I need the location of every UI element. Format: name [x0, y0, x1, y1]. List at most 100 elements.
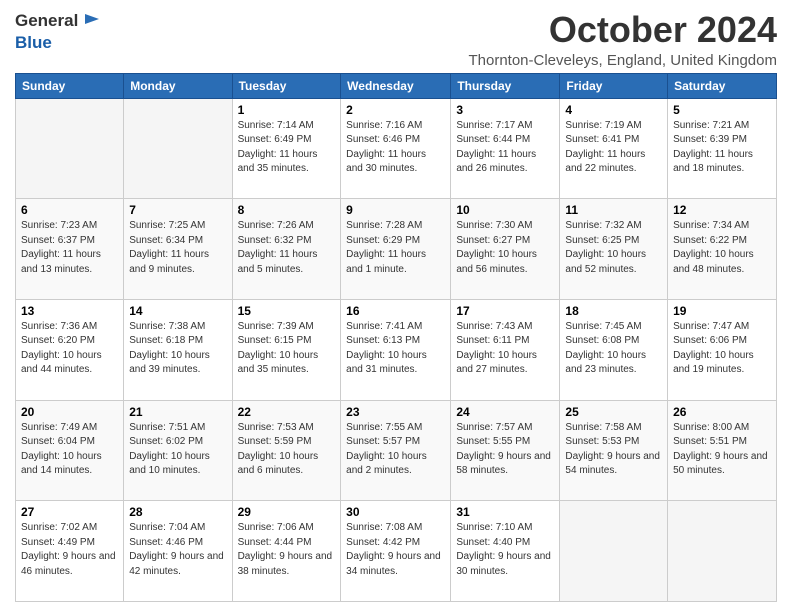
day-info: Sunrise: 7:26 AM Sunset: 6:32 PM Dayligh…: [238, 219, 336, 277]
calendar-cell: 29 Sunrise: 7:06 AM Sunset: 4:44 PM Dayli…: [232, 501, 341, 602]
calendar-cell: 27 Sunrise: 7:02 AM Sunset: 4:49 PM Dayli…: [16, 501, 124, 602]
calendar-cell: 19 Sunrise: 7:47 AM Sunset: 6:06 PM Dayli…: [668, 299, 777, 400]
col-friday: Friday: [560, 73, 668, 98]
day-info: Sunrise: 7:36 AM Sunset: 6:20 PM Dayligh…: [21, 320, 118, 378]
calendar-week-row: 13 Sunrise: 7:36 AM Sunset: 6:20 PM Dayli…: [16, 299, 777, 400]
calendar-cell: 15 Sunrise: 7:39 AM Sunset: 6:15 PM Dayli…: [232, 299, 341, 400]
day-number: 27: [21, 505, 118, 519]
calendar-table: Sunday Monday Tuesday Wednesday Thursday…: [15, 73, 777, 602]
calendar-cell: 17Sunrise: 7:43 AM Sunset: 6:11 PM Dayli…: [451, 299, 560, 400]
day-number: 31: [456, 505, 554, 519]
day-number: 19: [673, 304, 771, 318]
calendar-week-row: 27 Sunrise: 7:02 AM Sunset: 4:49 PM Dayli…: [16, 501, 777, 602]
calendar-cell: 31 Sunrise: 7:10 AM Sunset: 4:40 PM Dayli…: [451, 501, 560, 602]
day-info: Sunrise: 7:08 AM Sunset: 4:42 PM Dayligh…: [346, 521, 445, 579]
day-number: 11: [565, 203, 662, 217]
day-info: Sunrise: 7:28 AM Sunset: 6:29 PM Dayligh…: [346, 219, 445, 277]
calendar-cell: 1 Sunrise: 7:14 AM Sunset: 6:49 PM Daylig…: [232, 98, 341, 199]
calendar-cell: 8 Sunrise: 7:26 AM Sunset: 6:32 PM Daylig…: [232, 199, 341, 300]
day-info: Sunrise: 7:23 AM Sunset: 6:37 PM Dayligh…: [21, 219, 118, 277]
calendar-week-row: 6 Sunrise: 7:23 AM Sunset: 6:37 PM Daylig…: [16, 199, 777, 300]
day-number: 18: [565, 304, 662, 318]
calendar-cell: 22 Sunrise: 7:53 AM Sunset: 5:59 PM Dayli…: [232, 400, 341, 501]
day-info: Sunrise: 7:57 AM Sunset: 5:55 PM Dayligh…: [456, 421, 554, 479]
day-info: Sunrise: 7:06 AM Sunset: 4:44 PM Dayligh…: [238, 521, 336, 579]
day-info: Sunrise: 7:14 AM Sunset: 6:49 PM Dayligh…: [238, 119, 336, 177]
logo: General Blue: [15, 10, 99, 52]
calendar-cell: 26 Sunrise: 8:00 AM Sunset: 5:51 PM Dayli…: [668, 400, 777, 501]
calendar-cell: 11 Sunrise: 7:32 AM Sunset: 6:25 PM Dayli…: [560, 199, 668, 300]
day-number: 25: [565, 405, 662, 419]
calendar-cell: 9Sunrise: 7:28 AM Sunset: 6:29 PM Daylig…: [341, 199, 451, 300]
day-info: Sunrise: 7:47 AM Sunset: 6:06 PM Dayligh…: [673, 320, 771, 378]
calendar-cell: 3 Sunrise: 7:17 AM Sunset: 6:44 PM Daylig…: [451, 98, 560, 199]
calendar-cell: 21 Sunrise: 7:51 AM Sunset: 6:02 PM Dayli…: [124, 400, 232, 501]
day-number: 28: [129, 505, 226, 519]
day-number: 3: [456, 103, 554, 117]
day-number: 4: [565, 103, 662, 117]
calendar-cell: 24 Sunrise: 7:57 AM Sunset: 5:55 PM Dayli…: [451, 400, 560, 501]
calendar-cell: 28Sunrise: 7:04 AM Sunset: 4:46 PM Dayli…: [124, 501, 232, 602]
calendar-cell: 16 Sunrise: 7:41 AM Sunset: 6:13 PM Dayli…: [341, 299, 451, 400]
day-number: 21: [129, 405, 226, 419]
calendar-cell: 13 Sunrise: 7:36 AM Sunset: 6:20 PM Dayli…: [16, 299, 124, 400]
day-number: 16: [346, 304, 445, 318]
day-number: 6: [21, 203, 118, 217]
day-info: Sunrise: 7:02 AM Sunset: 4:49 PM Dayligh…: [21, 521, 118, 579]
day-info: Sunrise: 7:38 AM Sunset: 6:18 PM Dayligh…: [129, 320, 226, 378]
day-number: 26: [673, 405, 771, 419]
day-number: 20: [21, 405, 118, 419]
day-number: 5: [673, 103, 771, 117]
calendar-cell: [560, 501, 668, 602]
calendar-cell: [16, 98, 124, 199]
calendar-cell: 18 Sunrise: 7:45 AM Sunset: 6:08 PM Dayli…: [560, 299, 668, 400]
day-number: 1: [238, 103, 336, 117]
day-number: 22: [238, 405, 336, 419]
location: Thornton-Cleveleys, England, United King…: [468, 52, 777, 69]
day-number: 12: [673, 203, 771, 217]
day-info: Sunrise: 7:55 AM Sunset: 5:57 PM Dayligh…: [346, 421, 445, 479]
day-number: 24: [456, 405, 554, 419]
day-info: Sunrise: 7:19 AM Sunset: 6:41 PM Dayligh…: [565, 119, 662, 177]
title-section: October 2024 Thornton-Cleveleys, England…: [468, 10, 777, 69]
day-info: Sunrise: 7:51 AM Sunset: 6:02 PM Dayligh…: [129, 421, 226, 479]
col-monday: Monday: [124, 73, 232, 98]
calendar-cell: 5Sunrise: 7:21 AM Sunset: 6:39 PM Daylig…: [668, 98, 777, 199]
day-number: 30: [346, 505, 445, 519]
calendar-week-row: 20Sunrise: 7:49 AM Sunset: 6:04 PM Dayli…: [16, 400, 777, 501]
calendar-cell: 20Sunrise: 7:49 AM Sunset: 6:04 PM Dayli…: [16, 400, 124, 501]
day-info: Sunrise: 7:30 AM Sunset: 6:27 PM Dayligh…: [456, 219, 554, 277]
day-number: 13: [21, 304, 118, 318]
day-info: Sunrise: 7:53 AM Sunset: 5:59 PM Dayligh…: [238, 421, 336, 479]
calendar-cell: 6 Sunrise: 7:23 AM Sunset: 6:37 PM Daylig…: [16, 199, 124, 300]
day-info: Sunrise: 7:10 AM Sunset: 4:40 PM Dayligh…: [456, 521, 554, 579]
day-number: 23: [346, 405, 445, 419]
day-number: 29: [238, 505, 336, 519]
calendar-cell: 10Sunrise: 7:30 AM Sunset: 6:27 PM Dayli…: [451, 199, 560, 300]
day-number: 17: [456, 304, 554, 318]
col-tuesday: Tuesday: [232, 73, 341, 98]
day-number: 14: [129, 304, 226, 318]
col-saturday: Saturday: [668, 73, 777, 98]
calendar-cell: 2Sunrise: 7:16 AM Sunset: 6:46 PM Daylig…: [341, 98, 451, 199]
calendar-cell: 14 Sunrise: 7:38 AM Sunset: 6:18 PM Dayli…: [124, 299, 232, 400]
col-thursday: Thursday: [451, 73, 560, 98]
day-info: Sunrise: 7:45 AM Sunset: 6:08 PM Dayligh…: [565, 320, 662, 378]
day-info: Sunrise: 7:34 AM Sunset: 6:22 PM Dayligh…: [673, 219, 771, 277]
calendar-cell: 23 Sunrise: 7:55 AM Sunset: 5:57 PM Dayli…: [341, 400, 451, 501]
month-title: October 2024: [468, 10, 777, 50]
calendar-cell: 7Sunrise: 7:25 AM Sunset: 6:34 PM Daylig…: [124, 199, 232, 300]
day-info: Sunrise: 7:25 AM Sunset: 6:34 PM Dayligh…: [129, 219, 226, 277]
day-info: Sunrise: 7:17 AM Sunset: 6:44 PM Dayligh…: [456, 119, 554, 177]
day-info: Sunrise: 8:00 AM Sunset: 5:51 PM Dayligh…: [673, 421, 771, 479]
calendar-cell: 12 Sunrise: 7:34 AM Sunset: 6:22 PM Dayli…: [668, 199, 777, 300]
day-info: Sunrise: 7:39 AM Sunset: 6:15 PM Dayligh…: [238, 320, 336, 378]
day-info: Sunrise: 7:32 AM Sunset: 6:25 PM Dayligh…: [565, 219, 662, 277]
day-number: 15: [238, 304, 336, 318]
calendar-week-row: 1 Sunrise: 7:14 AM Sunset: 6:49 PM Daylig…: [16, 98, 777, 199]
day-info: Sunrise: 7:16 AM Sunset: 6:46 PM Dayligh…: [346, 119, 445, 177]
calendar-cell: [668, 501, 777, 602]
day-number: 8: [238, 203, 336, 217]
day-info: Sunrise: 7:41 AM Sunset: 6:13 PM Dayligh…: [346, 320, 445, 378]
page-header: General Blue October 2024 Thornton-Cleve…: [15, 10, 777, 69]
